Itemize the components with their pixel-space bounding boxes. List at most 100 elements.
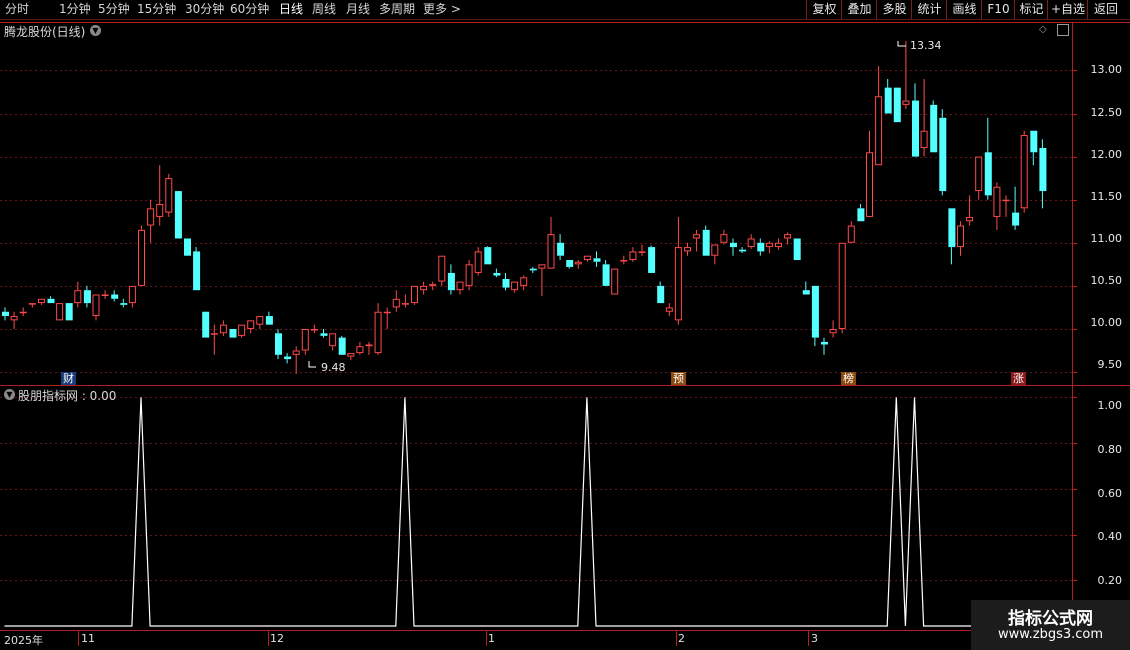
- candle[interactable]: [284, 353, 292, 364]
- candle[interactable]: [275, 328, 282, 360]
- candle[interactable]: [1012, 186, 1020, 230]
- candle[interactable]: [702, 225, 710, 256]
- candle[interactable]: [320, 328, 328, 338]
- candle[interactable]: [138, 225, 145, 286]
- candle[interactable]: [957, 221, 964, 256]
- candle[interactable]: [392, 290, 400, 312]
- candlesticks[interactable]: [2, 41, 1047, 374]
- candle[interactable]: [2, 307, 9, 321]
- candle[interactable]: [411, 285, 418, 305]
- candle[interactable]: [247, 320, 255, 334]
- candle[interactable]: [611, 268, 619, 295]
- candle[interactable]: [665, 303, 673, 317]
- candle[interactable]: [529, 266, 537, 273]
- candle[interactable]: [256, 316, 264, 329]
- candle[interactable]: [83, 285, 91, 308]
- candle[interactable]: [730, 238, 737, 256]
- candle[interactable]: [111, 290, 119, 302]
- candle[interactable]: [593, 251, 601, 267]
- candle[interactable]: [229, 328, 237, 338]
- candle[interactable]: [310, 324, 318, 334]
- chart-canvas[interactable]: [0, 0, 1130, 650]
- candle[interactable]: [238, 324, 246, 338]
- list-tag[interactable]: 榜: [841, 372, 856, 385]
- candle[interactable]: [474, 247, 482, 276]
- candle[interactable]: [292, 346, 300, 374]
- candle[interactable]: [1002, 195, 1010, 217]
- candle[interactable]: [347, 353, 355, 361]
- candle[interactable]: [930, 100, 938, 153]
- candle[interactable]: [401, 294, 409, 308]
- candle[interactable]: [447, 264, 455, 295]
- candle[interactable]: [984, 117, 992, 200]
- candle[interactable]: [28, 303, 36, 308]
- candle[interactable]: [265, 311, 273, 325]
- candle[interactable]: [757, 238, 765, 256]
- candle[interactable]: [875, 66, 883, 166]
- candle[interactable]: [793, 238, 801, 261]
- chevron-down-icon[interactable]: ▼: [90, 25, 101, 36]
- candle[interactable]: [47, 296, 55, 304]
- candle[interactable]: [747, 234, 755, 249]
- candle[interactable]: [338, 335, 346, 355]
- candle[interactable]: [1020, 130, 1028, 213]
- candle[interactable]: [866, 130, 873, 217]
- candle[interactable]: [975, 156, 983, 200]
- candle[interactable]: [202, 311, 210, 338]
- candle[interactable]: [857, 204, 865, 222]
- candle[interactable]: [429, 281, 437, 291]
- candle[interactable]: [920, 79, 928, 157]
- candle[interactable]: [912, 83, 919, 157]
- candle[interactable]: [838, 242, 846, 334]
- candle[interactable]: [538, 264, 546, 297]
- candle[interactable]: [174, 191, 182, 239]
- candle[interactable]: [893, 87, 901, 123]
- candle[interactable]: [219, 320, 227, 336]
- candle[interactable]: [511, 281, 519, 293]
- candle[interactable]: [739, 247, 747, 254]
- candle[interactable]: [557, 234, 565, 261]
- candle[interactable]: [648, 245, 656, 273]
- candle[interactable]: [365, 341, 373, 355]
- candle[interactable]: [711, 244, 719, 265]
- candle[interactable]: [19, 307, 27, 317]
- candle[interactable]: [802, 281, 810, 295]
- candle[interactable]: [193, 247, 201, 291]
- candle[interactable]: [438, 255, 446, 286]
- candle[interactable]: [520, 275, 528, 291]
- candle[interactable]: [101, 290, 109, 299]
- candle[interactable]: [884, 79, 892, 114]
- candle[interactable]: [493, 268, 501, 278]
- candle[interactable]: [620, 255, 628, 265]
- candle[interactable]: [602, 260, 610, 286]
- candle[interactable]: [547, 216, 555, 269]
- chevron-down-icon[interactable]: ▼: [4, 389, 15, 400]
- candle[interactable]: [74, 281, 82, 308]
- diamond-icon[interactable]: ◇: [1039, 24, 1047, 35]
- candle[interactable]: [784, 232, 792, 245]
- candle[interactable]: [37, 298, 45, 305]
- candle[interactable]: [65, 303, 73, 321]
- candle[interactable]: [301, 328, 309, 355]
- candle[interactable]: [147, 199, 155, 243]
- candle[interactable]: [811, 285, 819, 347]
- candle[interactable]: [583, 255, 591, 262]
- candle[interactable]: [383, 307, 391, 329]
- candle[interactable]: [120, 298, 128, 308]
- candle[interactable]: [374, 303, 382, 355]
- candle[interactable]: [10, 311, 18, 329]
- candle[interactable]: [156, 165, 164, 226]
- candle[interactable]: [693, 229, 701, 252]
- candle[interactable]: [674, 216, 682, 325]
- finance-tag[interactable]: 财: [61, 372, 76, 385]
- candle[interactable]: [720, 229, 728, 245]
- candle[interactable]: [92, 294, 100, 321]
- candle[interactable]: [1039, 139, 1047, 209]
- candle[interactable]: [993, 182, 1001, 230]
- candle[interactable]: [829, 320, 837, 338]
- pane-toggle-icon[interactable]: [1057, 24, 1069, 36]
- candle[interactable]: [902, 41, 910, 110]
- candle[interactable]: [948, 208, 956, 265]
- forecast-tag[interactable]: 预: [671, 372, 686, 385]
- candle[interactable]: [184, 238, 191, 256]
